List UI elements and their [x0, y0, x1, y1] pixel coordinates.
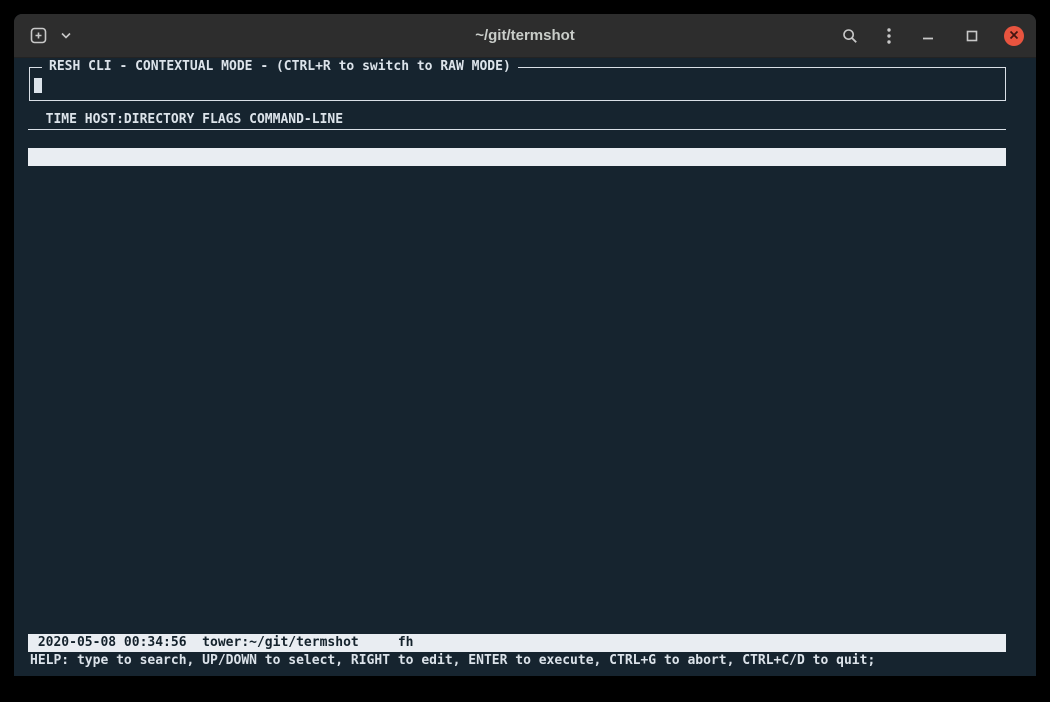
history-list: 3 days ~/git/termshot G cd 3 days ~/git/… — [28, 130, 1022, 634]
search-input[interactable]: RESH CLI - CONTEXTUAL MODE - (CTRL+R to … — [29, 67, 1006, 101]
status-bar: 2020-05-08 00:34:56 tower:~/git/termshot… — [28, 634, 1006, 652]
tab-list-button[interactable] — [59, 22, 73, 50]
terminal-content[interactable]: RESH CLI - CONTEXTUAL MODE - (CTRL+R to … — [14, 67, 1036, 676]
restore-icon — [966, 30, 978, 42]
kebab-menu-icon — [887, 28, 891, 44]
text-cursor — [34, 78, 42, 93]
history-row[interactable]: 3 days ~/git/termshot G inkscape xterm-m… — [28, 418, 1006, 436]
history-row[interactable]: 3 days ~/git/termshot G mv ~/xterm.2020.… — [28, 328, 1006, 346]
history-row[interactable]: 3 days ~/git/termshot G mv ~/xterm.2020.… — [28, 436, 1006, 454]
history-row[interactable]: 7 days ~/git/termshot G time echo someth… — [28, 526, 1006, 544]
search-box-title: RESH CLI - CONTEXTUAL MODE - (CTRL+R to … — [42, 58, 518, 76]
history-row[interactable]: 7 days ~/git/termshot G time date — [28, 490, 1006, 508]
new-tab-button[interactable] — [26, 22, 50, 50]
search-button[interactable] — [838, 22, 862, 50]
restore-button[interactable] — [960, 22, 984, 50]
close-icon — [1009, 28, 1019, 43]
history-row[interactable]: 3 days ~/git/termshot G inkscape xterm-w… — [28, 274, 1006, 292]
close-button[interactable] — [1004, 26, 1024, 46]
history-row[interactable]: 3 days ~/git/termshot G ls — [28, 220, 1006, 238]
history-row[interactable]: 7 days ~/git/termshot G mv ~/xterm.2020.… — [28, 616, 1006, 634]
minimize-icon — [922, 30, 934, 42]
new-tab-icon — [30, 27, 47, 44]
history-row[interactable]: 3 days ~/git/termshot G cd — [28, 130, 1006, 148]
history-row[interactable]: 3 days ~/git/termshot G mv ~/xterm.2020.… — [28, 346, 1006, 364]
history-row[interactable]: 3 days ~/git/termshot G mv ~/xterm.2020.… — [28, 364, 1006, 382]
history-row[interactable]: 7 days ~/git/termshot G clear — [28, 472, 1006, 490]
history-row[interactable]: 7 days ~/git/termshot G mv ~/xterm.2020.… — [28, 598, 1006, 616]
history-row[interactable]: 7 days ~/git/termshot G mv ~/xterm.2020.… — [28, 580, 1006, 598]
titlebar[interactable]: ~/git/termshot — [14, 14, 1036, 58]
history-row[interactable]: 3 days ~/git/termshot G mv ~/xterm.2020.… — [28, 310, 1006, 328]
history-row[interactable]: 3 days ~/git/termshot G mv ~/xterm.2020.… — [28, 292, 1006, 310]
terminal-window: ~/git/termshot — [14, 14, 1036, 676]
minimize-button[interactable] — [916, 22, 940, 50]
titlebar-right — [838, 22, 1024, 50]
column-headers: TIME HOST:DIRECTORY FLAGS COMMAND-LINE — [28, 111, 1006, 130]
titlebar-left — [26, 22, 73, 50]
history-row[interactable]: 3 days ~/git/termshot G mv ~/xterm.2020.… — [28, 202, 1006, 220]
help-line: HELP: type to search, UP/DOWN to select,… — [28, 652, 1022, 670]
history-row[interactable]: 3 days ~/git/termshot G fh — [28, 148, 1006, 166]
history-row[interactable]: 3 days ~/git/termshot G inkscape xterm-m… — [28, 400, 1006, 418]
history-row[interactable]: 7 days ~/git/termshot G time echo someth… — [28, 544, 1006, 562]
history-row[interactable]: 3 days ~/git/termshot G fh() {; eval $( … — [28, 166, 1006, 184]
desktop-background: ~/git/termshot — [0, 0, 1050, 702]
history-row[interactable]: 3 days ~/git/termshot G mv ~/xterm.2020.… — [28, 256, 1006, 274]
history-row[interactable]: 3 days ~/git/termshot G rm xterm-mockup-… — [28, 382, 1006, 400]
history-row[interactable]: 7 days ~/git/termshot G time x=1 — [28, 508, 1006, 526]
history-row[interactable]: 6 days ~/git/termshot G cd .. — [28, 454, 1006, 472]
history-row[interactable]: 3 days ~/git/termshot G inkscape xterm-w… — [28, 184, 1006, 202]
search-icon — [842, 28, 858, 44]
chevron-down-icon — [61, 32, 71, 39]
menu-button[interactable] — [882, 22, 896, 50]
history-row[interactable]: 3 days ~/git/termshot G rm xterm-mockup-… — [28, 238, 1006, 256]
history-row[interactable]: 7 days ~/git/termshot G bash — [28, 562, 1006, 580]
